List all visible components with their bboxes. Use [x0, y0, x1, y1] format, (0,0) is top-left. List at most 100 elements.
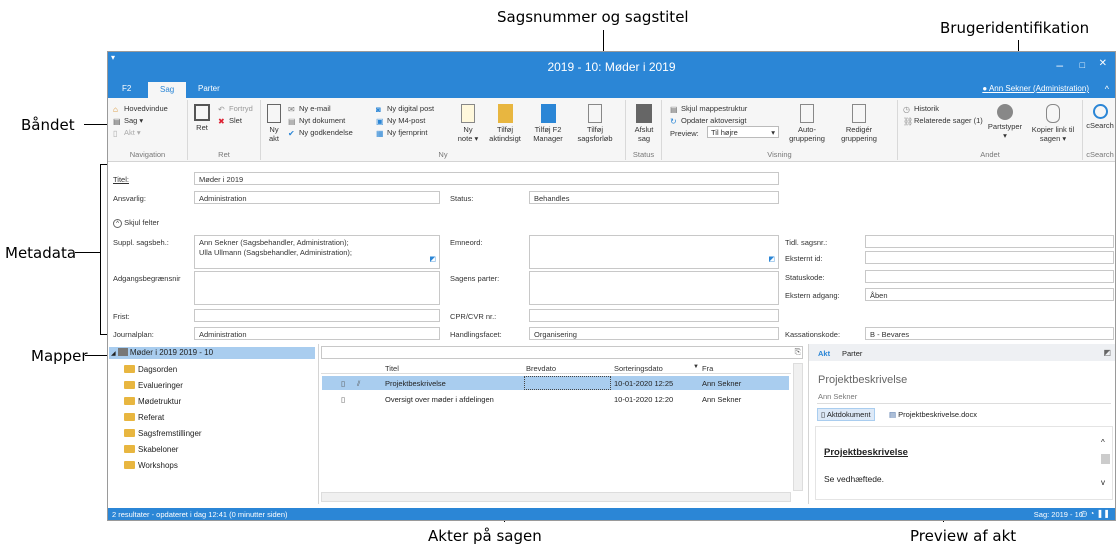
annotation-user: Brugeridentifikation — [940, 19, 1090, 37]
edit-group-icon — [852, 104, 866, 123]
tab-parter[interactable]: Parter — [198, 84, 220, 93]
relaterede-sager-button[interactable]: ⛓Relaterede sager (1) — [903, 116, 983, 126]
rediger-gruppering-button[interactable]: Redigér gruppering — [834, 104, 884, 143]
handlingsfacet-field[interactable]: Organisering — [529, 327, 779, 340]
status-icons[interactable]: ◷ ◔ ❚❚ — [1080, 509, 1110, 518]
horizontal-scrollbar[interactable] — [321, 492, 791, 502]
tree-folder[interactable]: Sagsfremstillinger — [124, 429, 202, 438]
file-link[interactable]: ▤ Projektbeskrivelse.docx — [889, 410, 977, 419]
picker-icon[interactable]: ◩ — [429, 255, 436, 265]
historik-button[interactable]: ◷ Historik — [903, 104, 939, 114]
nyt-dokument-button[interactable]: ▤ Nyt dokument — [288, 116, 345, 126]
document-preview — [815, 426, 1113, 500]
status-field[interactable]: Behandles — [529, 191, 779, 204]
sagsforloeb-button[interactable]: Tilføj sagsforløb — [573, 104, 617, 143]
kopier-link-button[interactable]: Kopier link til sagen ▾ — [1028, 104, 1078, 143]
ny-note-button[interactable]: Ny note ▾ — [456, 104, 480, 143]
journalplan-field[interactable]: Administration — [194, 327, 440, 340]
new-doc-icon — [267, 104, 281, 123]
slet-button[interactable]: ✖ Slet — [218, 116, 242, 126]
titel-field[interactable]: Møder i 2019 — [194, 172, 779, 185]
m4-icon: ▣ — [376, 117, 384, 126]
ansvarlig-field[interactable]: Administration — [194, 191, 440, 204]
kassationskode-label: Kassationskode: — [785, 330, 841, 339]
autogruppering-button[interactable]: Auto-gruppering — [784, 104, 830, 143]
chevron-down-icon: v — [1101, 478, 1105, 487]
f2-manager-button[interactable]: Tilføj F2 Manager — [529, 104, 567, 143]
tree-folder[interactable]: Evalueringer — [124, 381, 183, 390]
doc-search-input[interactable] — [321, 346, 803, 359]
preview-tab-akt[interactable]: Akt — [818, 349, 830, 358]
col-fra[interactable]: Fra — [702, 364, 713, 373]
scroll-thumb[interactable] — [1101, 454, 1110, 464]
word-icon: ▤ — [889, 410, 899, 419]
csearch-button[interactable]: cSearch — [1085, 104, 1115, 130]
fortryd-button[interactable]: ↶ Fortryd — [218, 104, 253, 114]
col-titel[interactable]: Titel — [385, 364, 399, 373]
group-label: cSearch — [1086, 150, 1114, 159]
ny-fjernprint-button[interactable]: ▦ Ny fjernprint — [376, 128, 427, 138]
user-identification[interactable]: ● Ann Sekner (Administration) — [982, 84, 1089, 93]
maximize-icon[interactable]: □ — [1080, 60, 1085, 70]
tree-folder[interactable]: Dagsorden — [124, 365, 177, 374]
frist-field[interactable] — [194, 309, 440, 322]
ny-email-button[interactable]: ✉ Ny e-mail — [288, 104, 331, 114]
partstyper-button[interactable]: Partstyper ▾ — [986, 104, 1024, 140]
preview-scrollbar[interactable]: ^ v — [1101, 438, 1111, 494]
aktindsigt-button[interactable]: Tilføj aktindsigt — [486, 104, 524, 143]
suppl-field[interactable]: Ann Sekner (Sagsbehandler, Administratio… — [194, 235, 440, 269]
ret-button[interactable]: Ret — [191, 104, 213, 132]
collapse-ribbon-icon[interactable]: ^ — [1105, 84, 1109, 94]
document-icon: ▯ — [113, 129, 118, 138]
parter-field[interactable] — [529, 271, 779, 305]
skjul-felter-toggle[interactable]: ^ Skjul felter — [113, 218, 159, 228]
ny-akt-button[interactable]: Ny akt — [264, 104, 284, 143]
cpr-field[interactable] — [529, 309, 779, 322]
popout-icon[interactable]: ◩ — [1103, 348, 1111, 357]
hovedvindue-button[interactable]: ⌂ Hovedvindue — [113, 104, 168, 114]
attachment-icon: ⫽ — [357, 379, 361, 388]
tree-folder[interactable]: Workshops — [124, 461, 178, 470]
minimize-icon[interactable]: – — [1056, 58, 1063, 72]
tab-f2[interactable]: F2 — [122, 84, 131, 93]
skjul-mappestruktur-button[interactable]: ▤ Skjul mappestruktur — [670, 104, 747, 114]
user-name[interactable]: Ann Sekner (Administration) — [989, 84, 1089, 93]
aktdokument-tab[interactable]: ▯ Aktdokument — [817, 408, 875, 421]
group-andet: ◷ Historik ⛓Relaterede sager (1) Partstyp… — [898, 100, 1083, 160]
eksternt-id-field[interactable] — [865, 251, 1114, 264]
case-icon: ▤ — [113, 117, 121, 126]
tidl-sagsnr-field[interactable] — [865, 235, 1114, 248]
preview-heading: Projektbeskrivelse — [824, 447, 908, 458]
col-brevdato[interactable]: Brevdato — [526, 364, 556, 373]
copy-icon[interactable]: ⎘ — [795, 347, 801, 357]
tree-root[interactable]: ◢ Møder i 2019 2019 - 10 — [109, 347, 315, 359]
ny-digital-post-button[interactable]: ◙ Ny digital post — [376, 104, 434, 114]
group-icon — [800, 104, 814, 123]
emneord-field[interactable]: ◩ — [529, 235, 779, 269]
statuskode-field[interactable] — [865, 270, 1114, 283]
ekstern-adgang-field[interactable]: Åben — [865, 288, 1114, 301]
tab-sag[interactable]: Sag — [148, 82, 187, 98]
expand-icon[interactable]: ◢ — [111, 351, 116, 357]
kassationskode-field[interactable]: B - Bevares — [865, 327, 1114, 340]
col-sorteringsdato[interactable]: Sorteringsdato — [614, 364, 663, 373]
close-icon[interactable]: ✕ — [1099, 58, 1107, 69]
akt-button[interactable]: ▯ Akt ▾ — [113, 128, 141, 138]
folder-icon — [124, 365, 135, 373]
ny-m4-post-button[interactable]: ▣ Ny M4-post — [376, 116, 425, 126]
vertical-scrollbar[interactable] — [793, 363, 803, 491]
sag-button[interactable]: ▤ Sag ▾ — [113, 116, 143, 126]
adgang-field[interactable] — [194, 271, 440, 305]
preview-tab-parter[interactable]: Parter — [842, 349, 862, 358]
picker-icon[interactable]: ◩ — [768, 255, 775, 265]
group-ny: Ny akt ✉ Ny e-mail ▤ Nyt dokument ✔ Ny godk… — [261, 100, 626, 160]
ny-godkendelse-button[interactable]: ✔ Ny godkendelse — [288, 128, 353, 138]
group-label: Ret — [218, 150, 230, 159]
tree-folder[interactable]: Skabeloner — [124, 445, 178, 454]
afslut-sag-button[interactable]: Afslut sag — [631, 104, 657, 143]
preview-select[interactable]: Til højre ▾ — [707, 126, 779, 138]
tree-folder[interactable]: Referat — [124, 413, 164, 422]
tree-folder[interactable]: Mødetruktur — [124, 397, 181, 406]
opdater-aktoversigt-button[interactable]: ↻ Opdater aktoversigt — [670, 116, 746, 126]
status-text: 2 resultater - opdateret i dag 12:41 (0 … — [112, 510, 288, 519]
